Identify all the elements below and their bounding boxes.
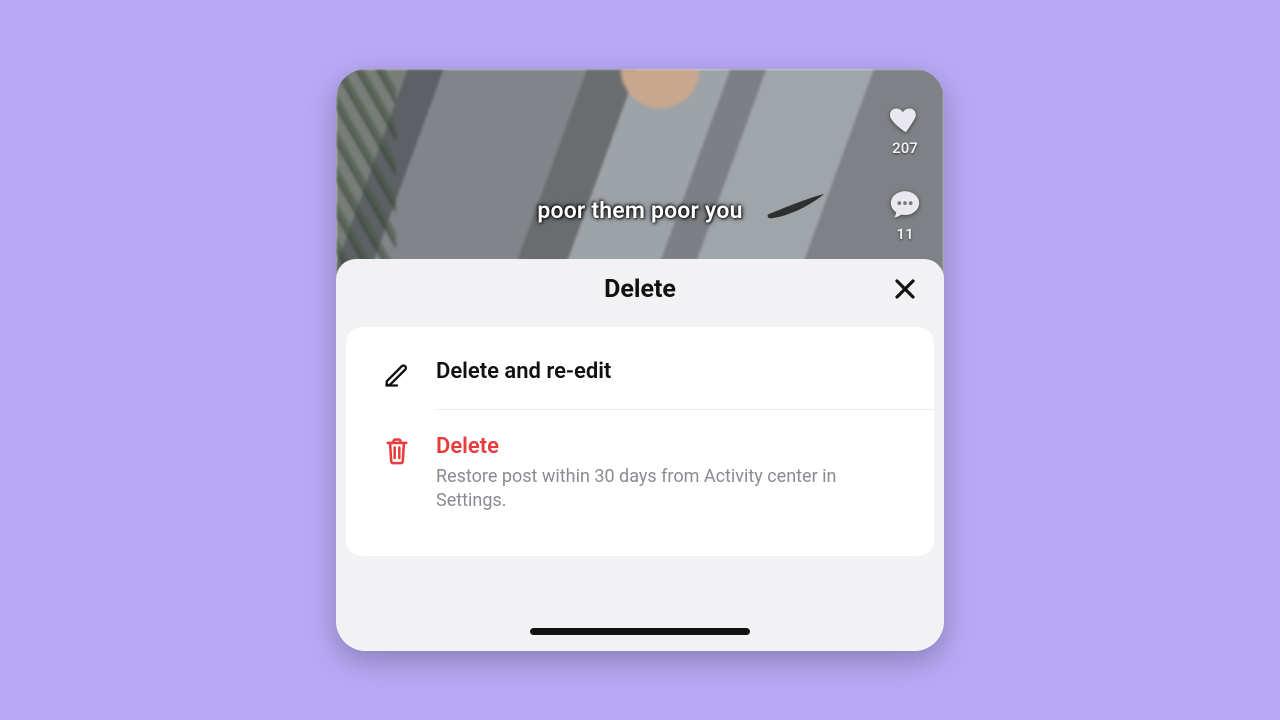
comment-button[interactable]: 11 bbox=[886, 187, 924, 243]
like-count: 207 bbox=[892, 139, 918, 157]
close-button[interactable] bbox=[890, 274, 920, 304]
comment-icon bbox=[886, 187, 924, 221]
delete-label: Delete bbox=[436, 434, 906, 459]
delete-option[interactable]: Delete Restore post within 30 days from … bbox=[346, 410, 934, 534]
delete-subtitle: Restore post within 30 days from Activit… bbox=[436, 465, 856, 514]
like-button[interactable]: 207 bbox=[886, 101, 924, 157]
pencil-icon bbox=[383, 361, 411, 389]
sheet-header: Delete bbox=[336, 259, 944, 319]
phone-screen: poor them poor you 207 11 Delete bbox=[336, 69, 944, 651]
comment-count: 11 bbox=[896, 225, 913, 243]
heart-icon bbox=[886, 101, 924, 135]
video-side-actions: 207 11 bbox=[886, 101, 924, 243]
delete-and-reedit-option[interactable]: Delete and re-edit bbox=[346, 335, 934, 409]
trash-icon bbox=[383, 436, 411, 466]
video-caption: poor them poor you bbox=[336, 197, 944, 224]
home-indicator[interactable] bbox=[530, 628, 750, 635]
options-card: Delete and re-edit Delete Restore bbox=[346, 327, 934, 556]
close-icon bbox=[893, 277, 917, 301]
sheet-title: Delete bbox=[604, 275, 676, 304]
delete-and-reedit-label: Delete and re-edit bbox=[436, 359, 906, 384]
delete-action-sheet: Delete Delete and re-edit bbox=[336, 259, 944, 651]
